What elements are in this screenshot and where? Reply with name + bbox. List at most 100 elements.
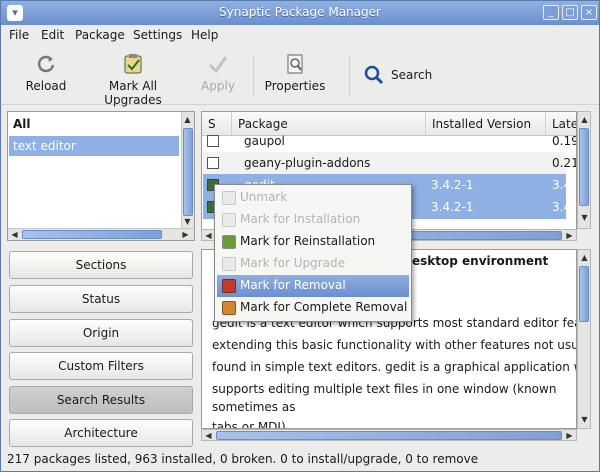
custom-filters-button[interactable]: Custom Filters xyxy=(9,352,193,380)
architecture-button[interactable]: Architecture xyxy=(9,419,193,447)
sections-label: Sections xyxy=(75,258,127,272)
menu-file[interactable]: File xyxy=(9,28,29,42)
reload-label: Reload xyxy=(25,79,67,93)
search-results-label: Search Results xyxy=(56,393,146,407)
horizontal-scrollbar[interactable]: ◀ ▶ xyxy=(8,228,194,240)
package-name: geany-plugin-addons xyxy=(244,156,371,170)
reload-icon xyxy=(37,55,55,73)
scroll-left-icon[interactable]: ◀ xyxy=(9,229,20,240)
scroll-right-icon[interactable]: ▶ xyxy=(564,430,575,441)
properties-button[interactable]: Properties xyxy=(263,51,327,101)
menu-item-label: Mark for Upgrade xyxy=(240,256,346,270)
origin-label: Origin xyxy=(82,326,120,340)
menu-item-label: Unmark xyxy=(240,190,288,204)
remove-icon xyxy=(222,279,236,293)
menu-edit[interactable]: Edit xyxy=(41,28,64,42)
status-checkbox[interactable] xyxy=(207,135,219,147)
toolbar: Reload Mark All Upgrades Apply Propertie… xyxy=(1,47,599,107)
latest-version: 0.19. xyxy=(552,134,576,148)
status-checkbox[interactable] xyxy=(207,157,219,169)
title-bar[interactable]: ▾ Synaptic Package Manager _ □ × xyxy=(1,1,599,25)
properties-icon xyxy=(287,54,303,74)
scrollbar-thumb[interactable] xyxy=(579,128,589,206)
description-heading: esktop environment xyxy=(412,254,549,268)
latest-version: 0.21. xyxy=(552,156,576,170)
menu-item-mark-installation[interactable]: Mark for Installation xyxy=(217,209,409,231)
search-results-button[interactable]: Search Results xyxy=(9,386,193,414)
description-line: extending this basic functionality with … xyxy=(212,338,577,352)
list-item-text-editor[interactable]: text editor xyxy=(9,136,179,156)
menu-settings[interactable]: Settings xyxy=(133,28,182,42)
scroll-up-icon[interactable]: ▲ xyxy=(579,114,590,125)
scroll-down-icon[interactable]: ▼ xyxy=(182,216,193,227)
menu-item-label: Mark for Installation xyxy=(240,212,361,226)
table-row[interactable]: geany-plugin-addons 0.21. xyxy=(203,152,576,175)
scroll-left-icon[interactable]: ◀ xyxy=(203,430,214,441)
scroll-up-icon[interactable]: ▲ xyxy=(182,114,193,125)
latest-version: 3.4.2 xyxy=(552,200,576,214)
apply-label: Apply xyxy=(201,79,235,93)
toolbar-separator xyxy=(349,55,350,97)
mark-all-upgrades-button[interactable]: Mark All Upgrades xyxy=(81,51,185,107)
menu-item-mark-removal[interactable]: Mark for Removal xyxy=(217,275,409,297)
mark-all-label: Mark All Upgrades xyxy=(104,79,162,107)
properties-label: Properties xyxy=(264,79,326,93)
clipboard-icon xyxy=(124,54,142,74)
table-row[interactable]: gaupol 0.19. xyxy=(203,130,576,153)
scroll-right-icon[interactable]: ▶ xyxy=(180,229,191,240)
vertical-scrollbar[interactable]: ▲ ▼ xyxy=(577,249,591,429)
filter-list: All text editor ▲ ▼ ◀ ▶ xyxy=(7,111,195,241)
menu-item-label: Mark for Reinstallation xyxy=(240,234,376,248)
menu-item-mark-complete-removal[interactable]: Mark for Complete Removal xyxy=(217,297,409,319)
scroll-down-icon[interactable]: ▼ xyxy=(579,212,590,223)
menu-item-mark-reinstallation[interactable]: Mark for Reinstallation xyxy=(217,231,409,253)
scroll-up-icon[interactable]: ▲ xyxy=(579,252,590,263)
checkmark-icon xyxy=(208,56,228,74)
installed-version: 3.4.2-1 xyxy=(431,200,474,214)
install-icon xyxy=(222,213,236,227)
sections-button[interactable]: Sections xyxy=(9,251,193,279)
status-bar: 217 packages listed, 963 installed, 0 br… xyxy=(7,452,479,466)
menu-item-label: Mark for Removal xyxy=(240,278,346,292)
vertical-scrollbar[interactable]: ▲ ▼ xyxy=(181,112,194,228)
reload-button[interactable]: Reload xyxy=(21,51,71,101)
horizontal-scrollbar[interactable]: ◀ ▶ xyxy=(201,429,577,441)
purge-icon xyxy=(222,301,236,315)
scroll-left-icon[interactable]: ◀ xyxy=(203,230,214,241)
description-line: supports editing multiple text files in … xyxy=(212,382,557,396)
menu-package[interactable]: Package xyxy=(75,28,125,42)
search-icon xyxy=(364,65,384,85)
apply-button[interactable]: Apply xyxy=(197,51,239,101)
menu-item-unmark[interactable]: Unmark xyxy=(217,187,409,209)
upgrade-icon xyxy=(222,257,236,271)
main-window: ▾ Synaptic Package Manager _ □ × File Ed… xyxy=(0,0,600,472)
scrollbar-thumb[interactable] xyxy=(183,128,193,216)
minimize-button[interactable]: _ xyxy=(543,5,559,20)
scrollbar-thumb[interactable] xyxy=(216,431,562,440)
window-title: Synaptic Package Manager xyxy=(219,5,381,19)
scroll-right-icon[interactable]: ▶ xyxy=(564,230,575,241)
installed-version: 3.4.2-1 xyxy=(431,178,474,192)
list-item-all[interactable]: All xyxy=(9,114,179,134)
status-button[interactable]: Status xyxy=(9,285,193,313)
vertical-scrollbar[interactable]: ▲ ▼ xyxy=(577,111,591,229)
package-name: gaupol xyxy=(244,134,285,148)
scrollbar-thumb[interactable] xyxy=(22,230,162,239)
origin-button[interactable]: Origin xyxy=(9,319,193,347)
reinstall-icon xyxy=(222,235,236,249)
menu-bar: File Edit Package Settings Help xyxy=(1,25,599,47)
architecture-label: Architecture xyxy=(64,426,138,440)
unmark-icon xyxy=(222,191,236,205)
menu-help[interactable]: Help xyxy=(191,28,218,42)
status-label: Status xyxy=(81,292,121,306)
custom-filters-label: Custom Filters xyxy=(58,359,144,373)
menu-item-mark-upgrade[interactable]: Mark for Upgrade xyxy=(217,253,409,275)
maximize-button[interactable]: □ xyxy=(562,5,578,20)
search-label: Search xyxy=(391,68,433,82)
close-button[interactable]: × xyxy=(581,5,597,20)
scrollbar-thumb[interactable] xyxy=(579,266,589,322)
description-line: found in simple text editors. gedit is a… xyxy=(212,360,577,374)
scroll-down-icon[interactable]: ▼ xyxy=(579,414,590,425)
description-line: sometimes as xyxy=(212,400,296,414)
description-line: tabs or MDI). xyxy=(212,420,290,429)
